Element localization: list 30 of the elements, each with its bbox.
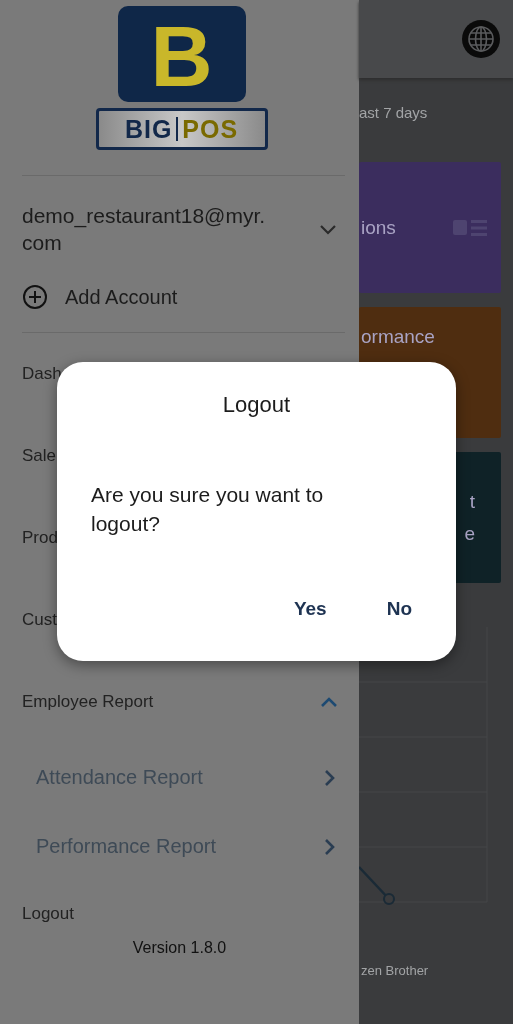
chevron-icon[interactable] (320, 696, 338, 708)
card-title: ormance (361, 325, 435, 349)
card-title: t (469, 490, 475, 514)
globe-icon[interactable] (461, 19, 501, 59)
version-label: Version 1.8.0 (131, 939, 228, 957)
logo-text: BIG (124, 114, 173, 144)
add-account-link[interactable]: Add Account (65, 285, 178, 309)
chevron-right-icon[interactable] (323, 768, 335, 787)
menu-item[interactable]: Cust (22, 610, 57, 630)
submenu-item[interactable]: Performance Report (36, 835, 217, 858)
account-email[interactable]: demo_restaurant18@myr.com (22, 202, 270, 256)
stat-card[interactable]: ions (359, 162, 501, 293)
period-label: ast 7 days (359, 103, 429, 123)
logo-text: POS (182, 114, 239, 144)
logo-mark: B (117, 6, 246, 102)
add-icon[interactable] (22, 284, 48, 310)
dialog-button[interactable]: Yes (283, 594, 337, 624)
menu-item[interactable]: Logout (22, 904, 74, 924)
card-title: e (464, 522, 475, 546)
dialog-title: Logout (222, 392, 291, 418)
menu-item[interactable]: Prod (22, 528, 58, 548)
menu-item[interactable]: Employee Report (22, 692, 154, 712)
submenu-item[interactable]: Attendance Report (36, 766, 203, 789)
card-title: ions (361, 215, 396, 240)
axis-label: zen Brother (361, 963, 429, 978)
chevron-right-icon[interactable] (323, 837, 335, 856)
chevron-icon[interactable] (319, 223, 337, 235)
menu-item[interactable]: Sale (22, 446, 57, 466)
dialog-button[interactable]: No (376, 594, 422, 624)
dialog-message: Are you sure you want to logout? (91, 482, 325, 537)
